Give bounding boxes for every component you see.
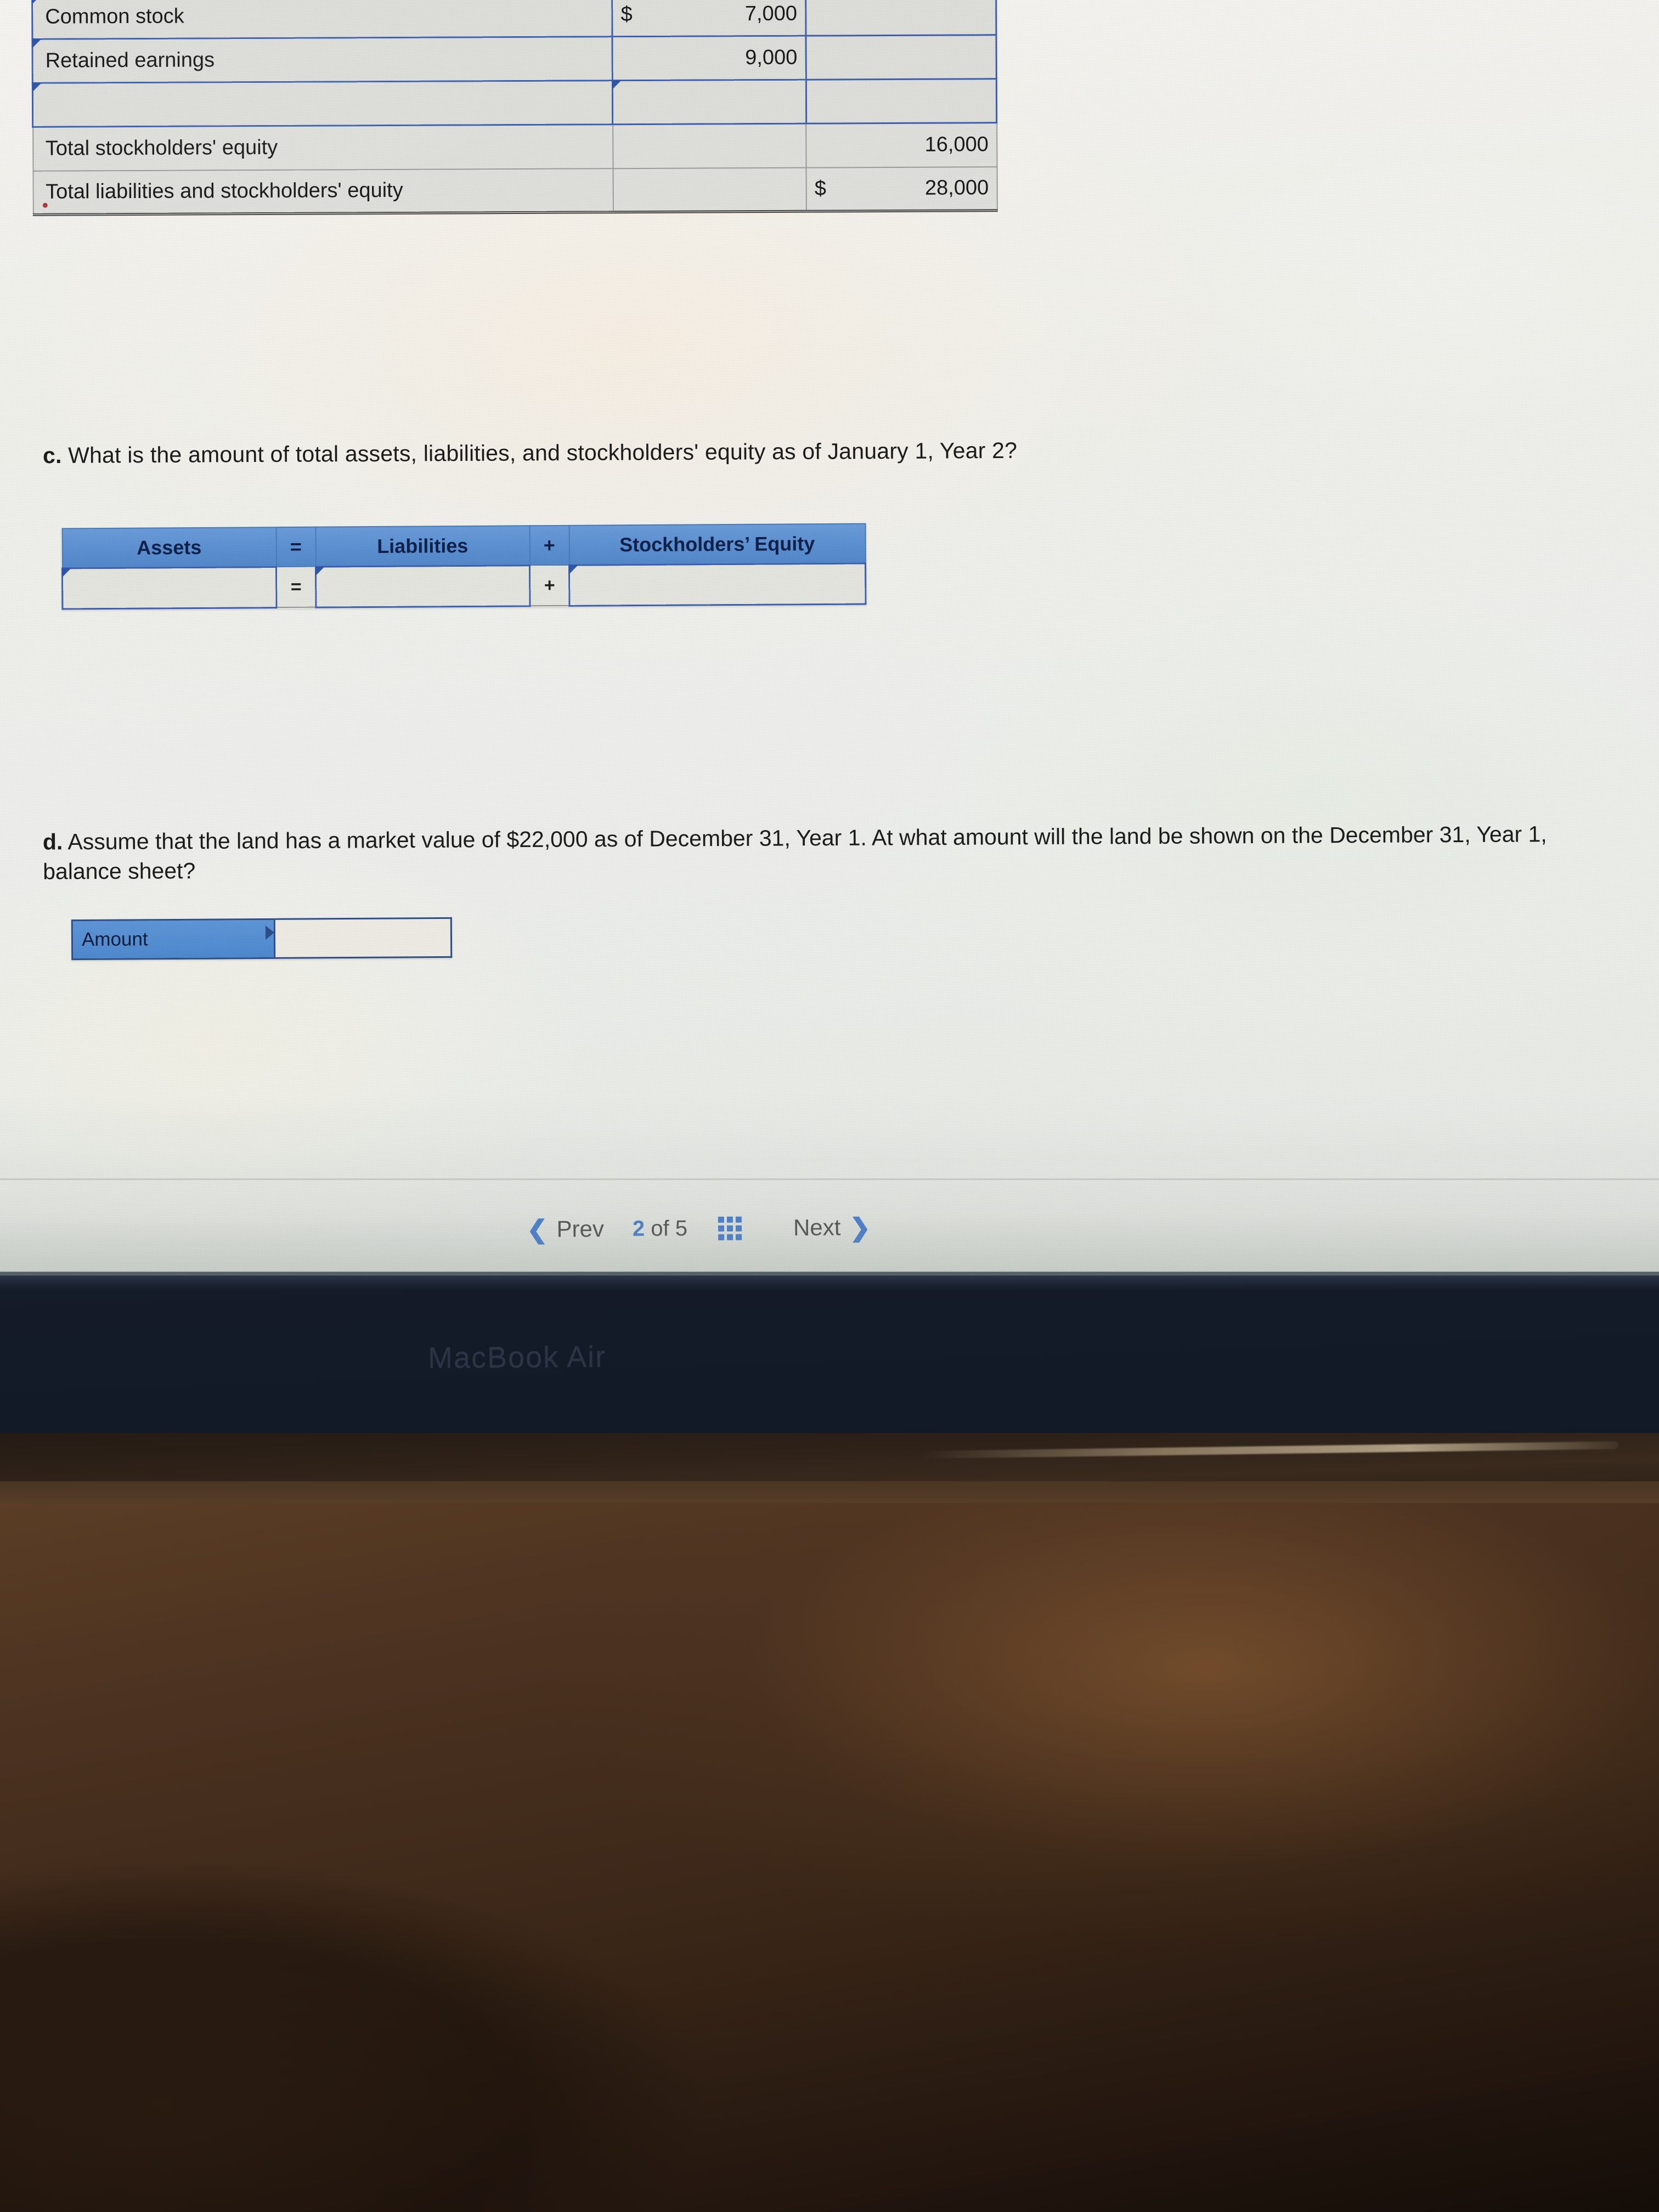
- grid-cell: [718, 1234, 725, 1240]
- amount-input-group[interactable]: Amount: [71, 917, 453, 961]
- row-label-blank[interactable]: [32, 80, 613, 127]
- operator-equals: =: [276, 566, 316, 608]
- accounting-equation-input-row: = +: [62, 563, 866, 609]
- header-liabilities: Liabilities: [315, 526, 530, 567]
- chevron-right-icon: ❯: [849, 1213, 871, 1242]
- grid-cell: [718, 1216, 724, 1223]
- grid-cell: [735, 1225, 742, 1232]
- pager-divider: [0, 1178, 1659, 1180]
- question-d-text: d. Assume that the land has a market val…: [43, 819, 1623, 886]
- row-value-retained-earnings[interactable]: 9,000: [612, 36, 806, 81]
- currency-symbol: $: [620, 3, 633, 26]
- amount-text: 7,000: [744, 2, 798, 26]
- row-total-retained-earnings: [805, 35, 997, 80]
- prev-label: Prev: [556, 1216, 605, 1242]
- table-row: Common stock $7,000: [32, 0, 996, 40]
- of-word: of: [651, 1216, 669, 1241]
- question-c-body: What is the amount of total assets, liab…: [68, 437, 1018, 468]
- question-c-letter: c.: [42, 442, 62, 469]
- table-row: Total liabilities and stockholders' equi…: [33, 166, 997, 215]
- grid-cell: [735, 1216, 742, 1223]
- chevron-left-icon: ❮: [526, 1215, 548, 1244]
- input-stockholders-equity[interactable]: [569, 563, 866, 606]
- grid-cell: [736, 1234, 742, 1240]
- row-value-blank[interactable]: [612, 80, 806, 125]
- prev-button[interactable]: ❮ Prev: [527, 1214, 604, 1244]
- next-label: Next: [793, 1214, 841, 1240]
- grid-cell: [727, 1234, 733, 1240]
- grid-icon[interactable]: [718, 1216, 742, 1240]
- grid-cell: [726, 1225, 733, 1232]
- currency-symbol: $: [814, 177, 827, 200]
- photograph-of-laptop-screen: Common stock $7,000 Retained earnings 9,…: [0, 0, 1659, 2212]
- row-total-blank: [805, 78, 997, 124]
- row-value-total-liabilities-and-equity: [613, 167, 807, 212]
- header-plus-sign: +: [529, 525, 569, 566]
- screen-bezel-chin: [0, 1272, 1659, 1440]
- grid-cell: [718, 1225, 725, 1232]
- row-label-retained-earnings: Retained earnings: [32, 36, 613, 83]
- question-d-letter: d.: [42, 829, 63, 855]
- amount-text: 28,000: [924, 176, 989, 200]
- accounting-equation-table: Assets = Liabilities + Stockholders’ Equ…: [61, 523, 867, 610]
- input-assets[interactable]: [62, 567, 276, 609]
- table-row: Total stockholders' equity 16,000: [32, 122, 997, 171]
- laptop-screen: Common stock $7,000 Retained earnings 9,…: [0, 0, 1659, 1276]
- input-liabilities[interactable]: [315, 565, 530, 607]
- row-total-liabilities-and-equity: $28,000: [806, 166, 997, 212]
- amount-text: 9,000: [745, 46, 798, 70]
- pager-bar: ❮ Prev 2 of 5 Next ❯: [527, 1212, 871, 1244]
- grid-cell: [726, 1216, 733, 1223]
- header-assets: Assets: [62, 527, 276, 568]
- laptop-keyboard: ⚲F4ᴗF5☾F6⧏⧏F7▷‖F8▷▷F9◁F10◁)F11◁))F12%5^6…: [0, 1503, 1659, 2212]
- table-row: Retained earnings 9,000: [32, 35, 997, 83]
- balance-sheet-table: Common stock $7,000 Retained earnings 9,…: [31, 0, 998, 216]
- question-c-text: c. What is the amount of total assets, l…: [43, 435, 1524, 469]
- next-button[interactable]: Next ❯: [793, 1212, 871, 1243]
- bezel-sheen: [0, 1272, 1659, 1290]
- row-label-total-liabilities-and-equity: Total liabilities and stockholders' equi…: [33, 168, 613, 215]
- header-stockholders-equity: Stockholders’ Equity: [569, 523, 866, 565]
- row-total-common-stock: [805, 0, 996, 36]
- amount-label: Amount: [71, 918, 276, 961]
- row-label-common-stock: Common stock: [32, 0, 613, 40]
- current-page: 2: [632, 1216, 645, 1241]
- row-total-stockholders-equity: 16,000: [806, 122, 997, 168]
- red-marker-dot: [42, 202, 48, 208]
- page-counter: 2 of 5: [633, 1216, 687, 1242]
- question-d-body: Assume that the land has a market value …: [43, 821, 1547, 884]
- row-label-text: Total liabilities and stockholders' equi…: [46, 179, 403, 204]
- header-equals-sign: =: [276, 527, 316, 567]
- macbook-air-brand-label: MacBook Air: [427, 1340, 607, 1375]
- operator-plus: +: [529, 565, 569, 606]
- amount-input[interactable]: [275, 917, 453, 959]
- row-value-total-stockholders-equity: [612, 123, 806, 168]
- table-row: [32, 78, 997, 127]
- accounting-equation-header-row: Assets = Liabilities + Stockholders’ Equ…: [62, 523, 866, 568]
- total-pages: 5: [675, 1216, 688, 1240]
- row-value-common-stock[interactable]: $7,000: [612, 0, 806, 37]
- row-label-total-stockholders-equity: Total stockholders' equity: [32, 124, 613, 171]
